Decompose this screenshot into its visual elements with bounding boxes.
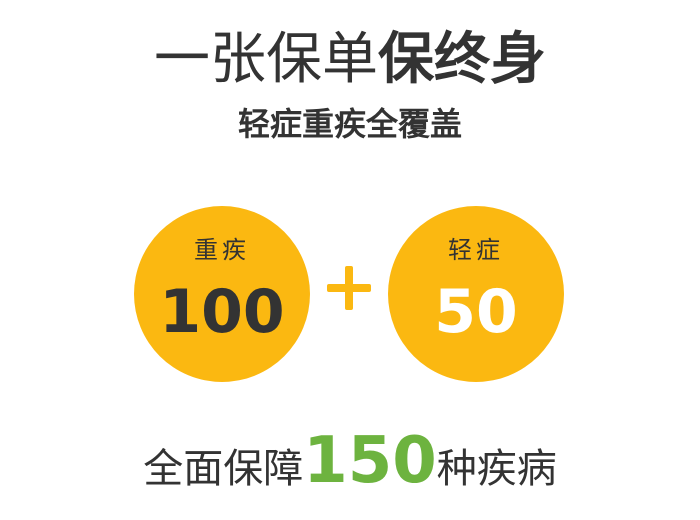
subheadline: 轻症重疾全覆盖 xyxy=(237,105,462,143)
mild-illness-circle: 轻症 50 xyxy=(388,206,564,382)
critical-illness-count: 100 xyxy=(159,277,285,347)
coverage-prefix: 全面保障 xyxy=(143,446,304,492)
headline-bold: 保终身 xyxy=(378,27,546,92)
headline: 一张保单保终身 xyxy=(0,24,700,96)
headline-light: 一张保单 xyxy=(154,27,378,92)
coverage-total: 150 xyxy=(303,424,437,498)
mild-illness-label: 轻症 xyxy=(448,236,504,264)
plus-icon xyxy=(327,266,371,310)
coverage-suffix: 种疾病 xyxy=(436,446,557,492)
critical-illness-circle: 重疾 100 xyxy=(134,206,310,382)
critical-illness-label: 重疾 xyxy=(194,236,250,264)
coverage-summary: 全面保障150种疾病 xyxy=(0,426,700,496)
mild-illness-count: 50 xyxy=(434,277,518,347)
